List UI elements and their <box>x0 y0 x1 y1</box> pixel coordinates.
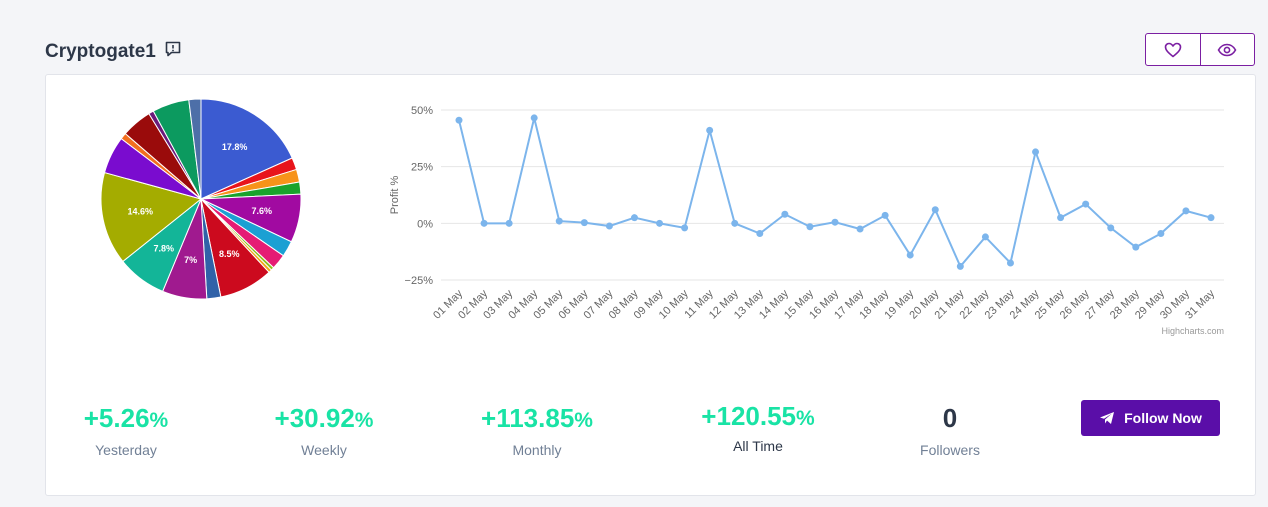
paper-plane-icon <box>1100 412 1115 424</box>
data-point[interactable] <box>480 219 488 227</box>
allocation-pie-chart: 17.8% 7.6% 8.5% 7% 7.8% 14.6% <box>100 98 302 300</box>
stat-value: +5.26% <box>83 403 169 433</box>
like-button[interactable] <box>1146 34 1200 65</box>
pie-slice-label: 8.5% <box>219 249 240 259</box>
trader-card: 17.8% 7.6% 8.5% 7% 7.8% 14.6% 50% 25% 0% −25% Pro… <box>45 74 1256 496</box>
data-point[interactable] <box>781 210 789 218</box>
data-point[interactable] <box>1057 214 1065 222</box>
data-point[interactable] <box>956 262 964 270</box>
trader-title: Cryptogate1 <box>45 40 182 64</box>
data-point[interactable] <box>605 222 613 230</box>
stat-label: All Time <box>733 438 783 454</box>
data-point[interactable] <box>656 219 664 227</box>
stat-yesterday: +5.26% Yesterday <box>36 403 216 458</box>
profit-line-chart: 50%25%0%−25%Profit %01 May02 May03 May04… <box>389 105 1224 336</box>
stat-value: +120.55% <box>701 401 815 431</box>
pie-slice-label: 7.8% <box>153 244 174 254</box>
trader-name: Cryptogate1 <box>45 41 156 62</box>
watch-button[interactable] <box>1199 34 1255 65</box>
action-buttons <box>1145 33 1255 66</box>
heart-icon <box>1164 42 1182 57</box>
data-point[interactable] <box>530 114 538 122</box>
eye-icon <box>1217 43 1237 56</box>
pie-slice-label: 17.8% <box>222 142 248 152</box>
data-point[interactable] <box>1032 148 1040 156</box>
stat-label: Weekly <box>301 442 347 458</box>
data-point[interactable] <box>1132 243 1140 251</box>
y-tick-label: 50% <box>411 105 433 117</box>
stat-label: Monthly <box>512 442 562 458</box>
stat-value: +30.92% <box>274 403 374 433</box>
y-axis-label: Profit % <box>389 176 401 215</box>
data-point[interactable] <box>455 116 463 124</box>
pie-slice-label: 7.6% <box>252 206 273 216</box>
data-point[interactable] <box>931 206 939 214</box>
follow-now-button[interactable]: Follow Now <box>1081 400 1220 436</box>
pie-slice-label: 7% <box>184 255 197 265</box>
message-alert-icon[interactable] <box>164 40 182 64</box>
data-point[interactable] <box>731 219 739 227</box>
data-point[interactable] <box>630 214 638 222</box>
data-point[interactable] <box>1082 200 1090 208</box>
data-point[interactable] <box>681 224 689 232</box>
data-point[interactable] <box>831 218 839 226</box>
series-line <box>458 117 1212 269</box>
data-point[interactable] <box>856 225 864 233</box>
data-point[interactable] <box>505 219 513 227</box>
data-point[interactable] <box>1207 214 1215 222</box>
data-point[interactable] <box>1107 224 1115 232</box>
stat-all-time: +120.55% All Time <box>668 401 848 454</box>
data-point[interactable] <box>1157 230 1165 238</box>
stat-value: +113.85% <box>481 403 593 433</box>
data-point[interactable] <box>806 223 814 231</box>
y-tick-label: 25% <box>411 162 433 174</box>
data-point[interactable] <box>881 211 889 219</box>
data-point[interactable] <box>756 230 764 238</box>
data-point[interactable] <box>580 219 588 227</box>
stat-monthly: +113.85% Monthly <box>447 403 627 458</box>
pie-slice-label: 14.6% <box>128 207 154 217</box>
stat-weekly: +30.92% Weekly <box>234 403 414 458</box>
data-point[interactable] <box>1006 259 1014 267</box>
stat-label: Followers <box>920 442 980 458</box>
data-point[interactable] <box>706 126 714 134</box>
follow-now-label: Follow Now <box>1124 410 1202 426</box>
stat-followers: 0 Followers <box>860 403 1040 458</box>
stat-label: Yesterday <box>95 442 157 458</box>
chart-credit[interactable]: Highcharts.com <box>1161 326 1224 336</box>
stat-value: 0 <box>942 403 958 433</box>
y-tick-label: 0% <box>417 218 433 230</box>
data-point[interactable] <box>1182 207 1190 215</box>
data-point[interactable] <box>981 233 989 241</box>
y-tick-label: −25% <box>405 275 434 287</box>
data-point[interactable] <box>555 217 563 225</box>
data-point[interactable] <box>906 251 914 259</box>
